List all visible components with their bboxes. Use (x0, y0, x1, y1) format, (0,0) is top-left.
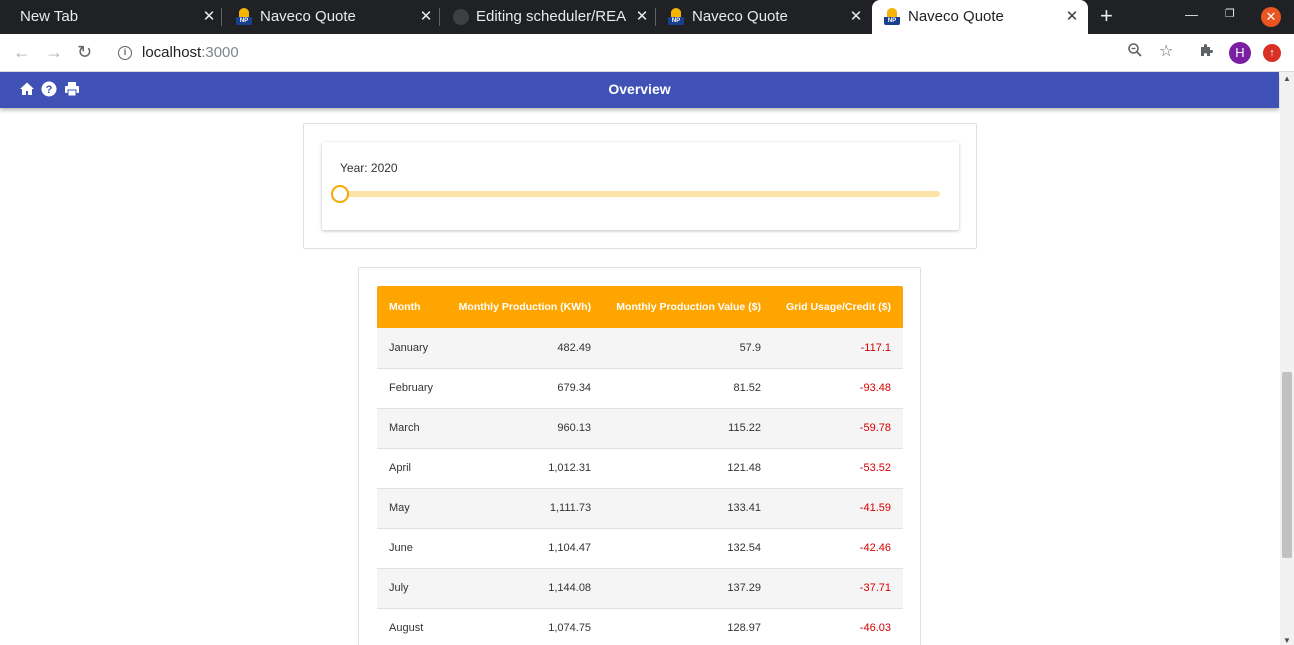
cell-month: May (377, 488, 446, 529)
tab-title: New Tab (20, 8, 79, 25)
window-close-icon[interactable]: ✕ (1261, 7, 1281, 27)
table-row: May 1,111.73 133.41 -41.59 (377, 488, 903, 529)
cell-production-kwh: 1,144.08 (445, 568, 604, 609)
year-label: Year: 2020 (340, 161, 398, 175)
cell-production-value: 128.97 (603, 608, 773, 645)
tab-naveco-quote-active[interactable]: NP Naveco Quote ✕ (872, 0, 1088, 34)
scroll-down-arrow-icon[interactable]: ▼ (1283, 636, 1291, 645)
production-table-card: Month Monthly Production (KWh) Monthly P… (358, 267, 921, 645)
page-scrollbar[interactable]: ▲ ▼ (1280, 72, 1294, 645)
tab-naveco-quote[interactable]: NP Naveco Quote ✕ (656, 0, 872, 34)
year-selector-card: Year: 2020 (303, 123, 977, 249)
cell-grid-usage: -41.59 (772, 488, 903, 529)
cell-production-value: 137.29 (603, 568, 773, 609)
naveco-icon: NP (236, 8, 252, 25)
year-slider-track[interactable] (340, 191, 940, 197)
tab-close-icon[interactable]: ✕ (1064, 7, 1080, 25)
cell-production-value: 81.52 (603, 368, 773, 409)
year-selector-panel: Year: 2020 (322, 142, 959, 230)
naveco-icon: NP (668, 8, 684, 25)
tab-new-tab[interactable]: New Tab ✕ (0, 0, 222, 34)
cell-production-value: 115.22 (603, 408, 773, 449)
scrollbar-thumb[interactable] (1282, 372, 1292, 558)
app-page: ? Overview Year: 2020 Month Monthly Prod… (0, 72, 1280, 645)
browser-tab-strip: New Tab ✕ NP Naveco Quote ✕ Editing sche… (0, 0, 1294, 34)
github-icon (453, 9, 469, 25)
update-icon[interactable]: ↑ (1263, 44, 1281, 62)
site-info-icon[interactable]: i (118, 46, 132, 60)
header-production-kwh: Monthly Production (KWh) (445, 286, 604, 328)
cell-production-kwh: 1,012.31 (445, 448, 604, 489)
cell-grid-usage: -42.46 (772, 528, 903, 569)
table-row: June 1,104.47 132.54 -42.46 (377, 528, 903, 569)
cell-production-value: 121.48 (603, 448, 773, 489)
table-row: February 679.34 81.52 -93.48 (377, 368, 903, 409)
reload-icon[interactable]: ↻ (77, 42, 92, 62)
cell-production-kwh: 1,104.47 (445, 528, 604, 569)
cell-production-value: 57.9 (603, 328, 773, 369)
cell-production-value: 132.54 (603, 528, 773, 569)
cell-grid-usage: -59.78 (772, 408, 903, 449)
tab-title: Editing scheduler/REA (476, 8, 627, 25)
cell-grid-usage: -117.1 (772, 328, 903, 369)
zoom-icon[interactable] (1127, 42, 1143, 64)
scroll-up-arrow-icon[interactable]: ▲ (1283, 74, 1291, 83)
cell-production-kwh: 960.13 (445, 408, 604, 449)
table-row: August 1,074.75 128.97 -46.03 (377, 608, 903, 645)
address-bar[interactable]: i localhost:3000 (108, 38, 1188, 68)
tab-close-icon[interactable]: ✕ (848, 7, 864, 25)
restore-icon[interactable]: ❐ (1225, 7, 1235, 20)
forward-icon[interactable]: → (45, 42, 63, 62)
table-row: March 960.13 115.22 -59.78 (377, 408, 903, 449)
cell-production-kwh: 679.34 (445, 368, 604, 409)
tab-editing-scheduler[interactable]: Editing scheduler/REA ✕ (440, 0, 656, 34)
tab-title: Naveco Quote (692, 8, 788, 25)
cell-grid-usage: -93.48 (772, 368, 903, 409)
cell-month: February (377, 368, 446, 409)
cell-month: April (377, 448, 446, 489)
browser-toolbar: ← → ↻ i localhost:3000 ☆ (0, 34, 1294, 72)
cell-production-kwh: 1,111.73 (445, 488, 604, 529)
tab-title: Naveco Quote (260, 8, 356, 25)
page-title: Overview (608, 81, 671, 97)
cell-grid-usage: -46.03 (772, 608, 903, 645)
minimize-icon[interactable]: — (1185, 7, 1198, 22)
cell-production-kwh: 482.49 (445, 328, 604, 369)
header-month: Month (377, 286, 446, 328)
tab-title: Naveco Quote (908, 8, 1004, 25)
cell-month: March (377, 408, 446, 449)
tab-close-icon[interactable]: ✕ (418, 7, 434, 25)
extensions-icon[interactable] (1199, 42, 1215, 64)
profile-avatar[interactable]: H (1229, 42, 1251, 64)
cell-month: July (377, 568, 446, 609)
cell-production-value: 133.41 (603, 488, 773, 529)
back-icon[interactable]: ← (13, 42, 31, 62)
tab-close-icon[interactable]: ✕ (634, 7, 650, 25)
cell-grid-usage: -53.52 (772, 448, 903, 489)
cell-month: June (377, 528, 446, 569)
cell-production-kwh: 1,074.75 (445, 608, 604, 645)
year-slider-thumb[interactable] (331, 185, 349, 203)
cell-month: January (377, 328, 446, 369)
cell-month: August (377, 608, 446, 645)
table-row: January 482.49 57.9 -117.1 (377, 328, 903, 369)
header-grid-usage: Grid Usage/Credit ($) (772, 286, 903, 328)
production-table: Month Monthly Production (KWh) Monthly P… (377, 286, 903, 645)
bookmark-star-icon[interactable]: ☆ (1159, 42, 1173, 62)
table-header-row: Month Monthly Production (KWh) Monthly P… (377, 286, 903, 328)
url-port: :3000 (201, 44, 239, 61)
url-text[interactable]: localhost:3000 (142, 44, 239, 61)
new-tab-button[interactable]: + (1100, 5, 1113, 27)
cell-grid-usage: -37.71 (772, 568, 903, 609)
url-host: localhost (142, 44, 202, 61)
naveco-icon: NP (884, 8, 900, 25)
header-production-value: Monthly Production Value ($) (603, 286, 773, 328)
table-row: July 1,144.08 137.29 -37.71 (377, 568, 903, 609)
app-bar: ? Overview (0, 72, 1279, 108)
tab-naveco-quote[interactable]: NP Naveco Quote ✕ (222, 0, 440, 34)
table-row: April 1,012.31 121.48 -53.52 (377, 448, 903, 489)
tab-close-icon[interactable]: ✕ (201, 7, 217, 25)
